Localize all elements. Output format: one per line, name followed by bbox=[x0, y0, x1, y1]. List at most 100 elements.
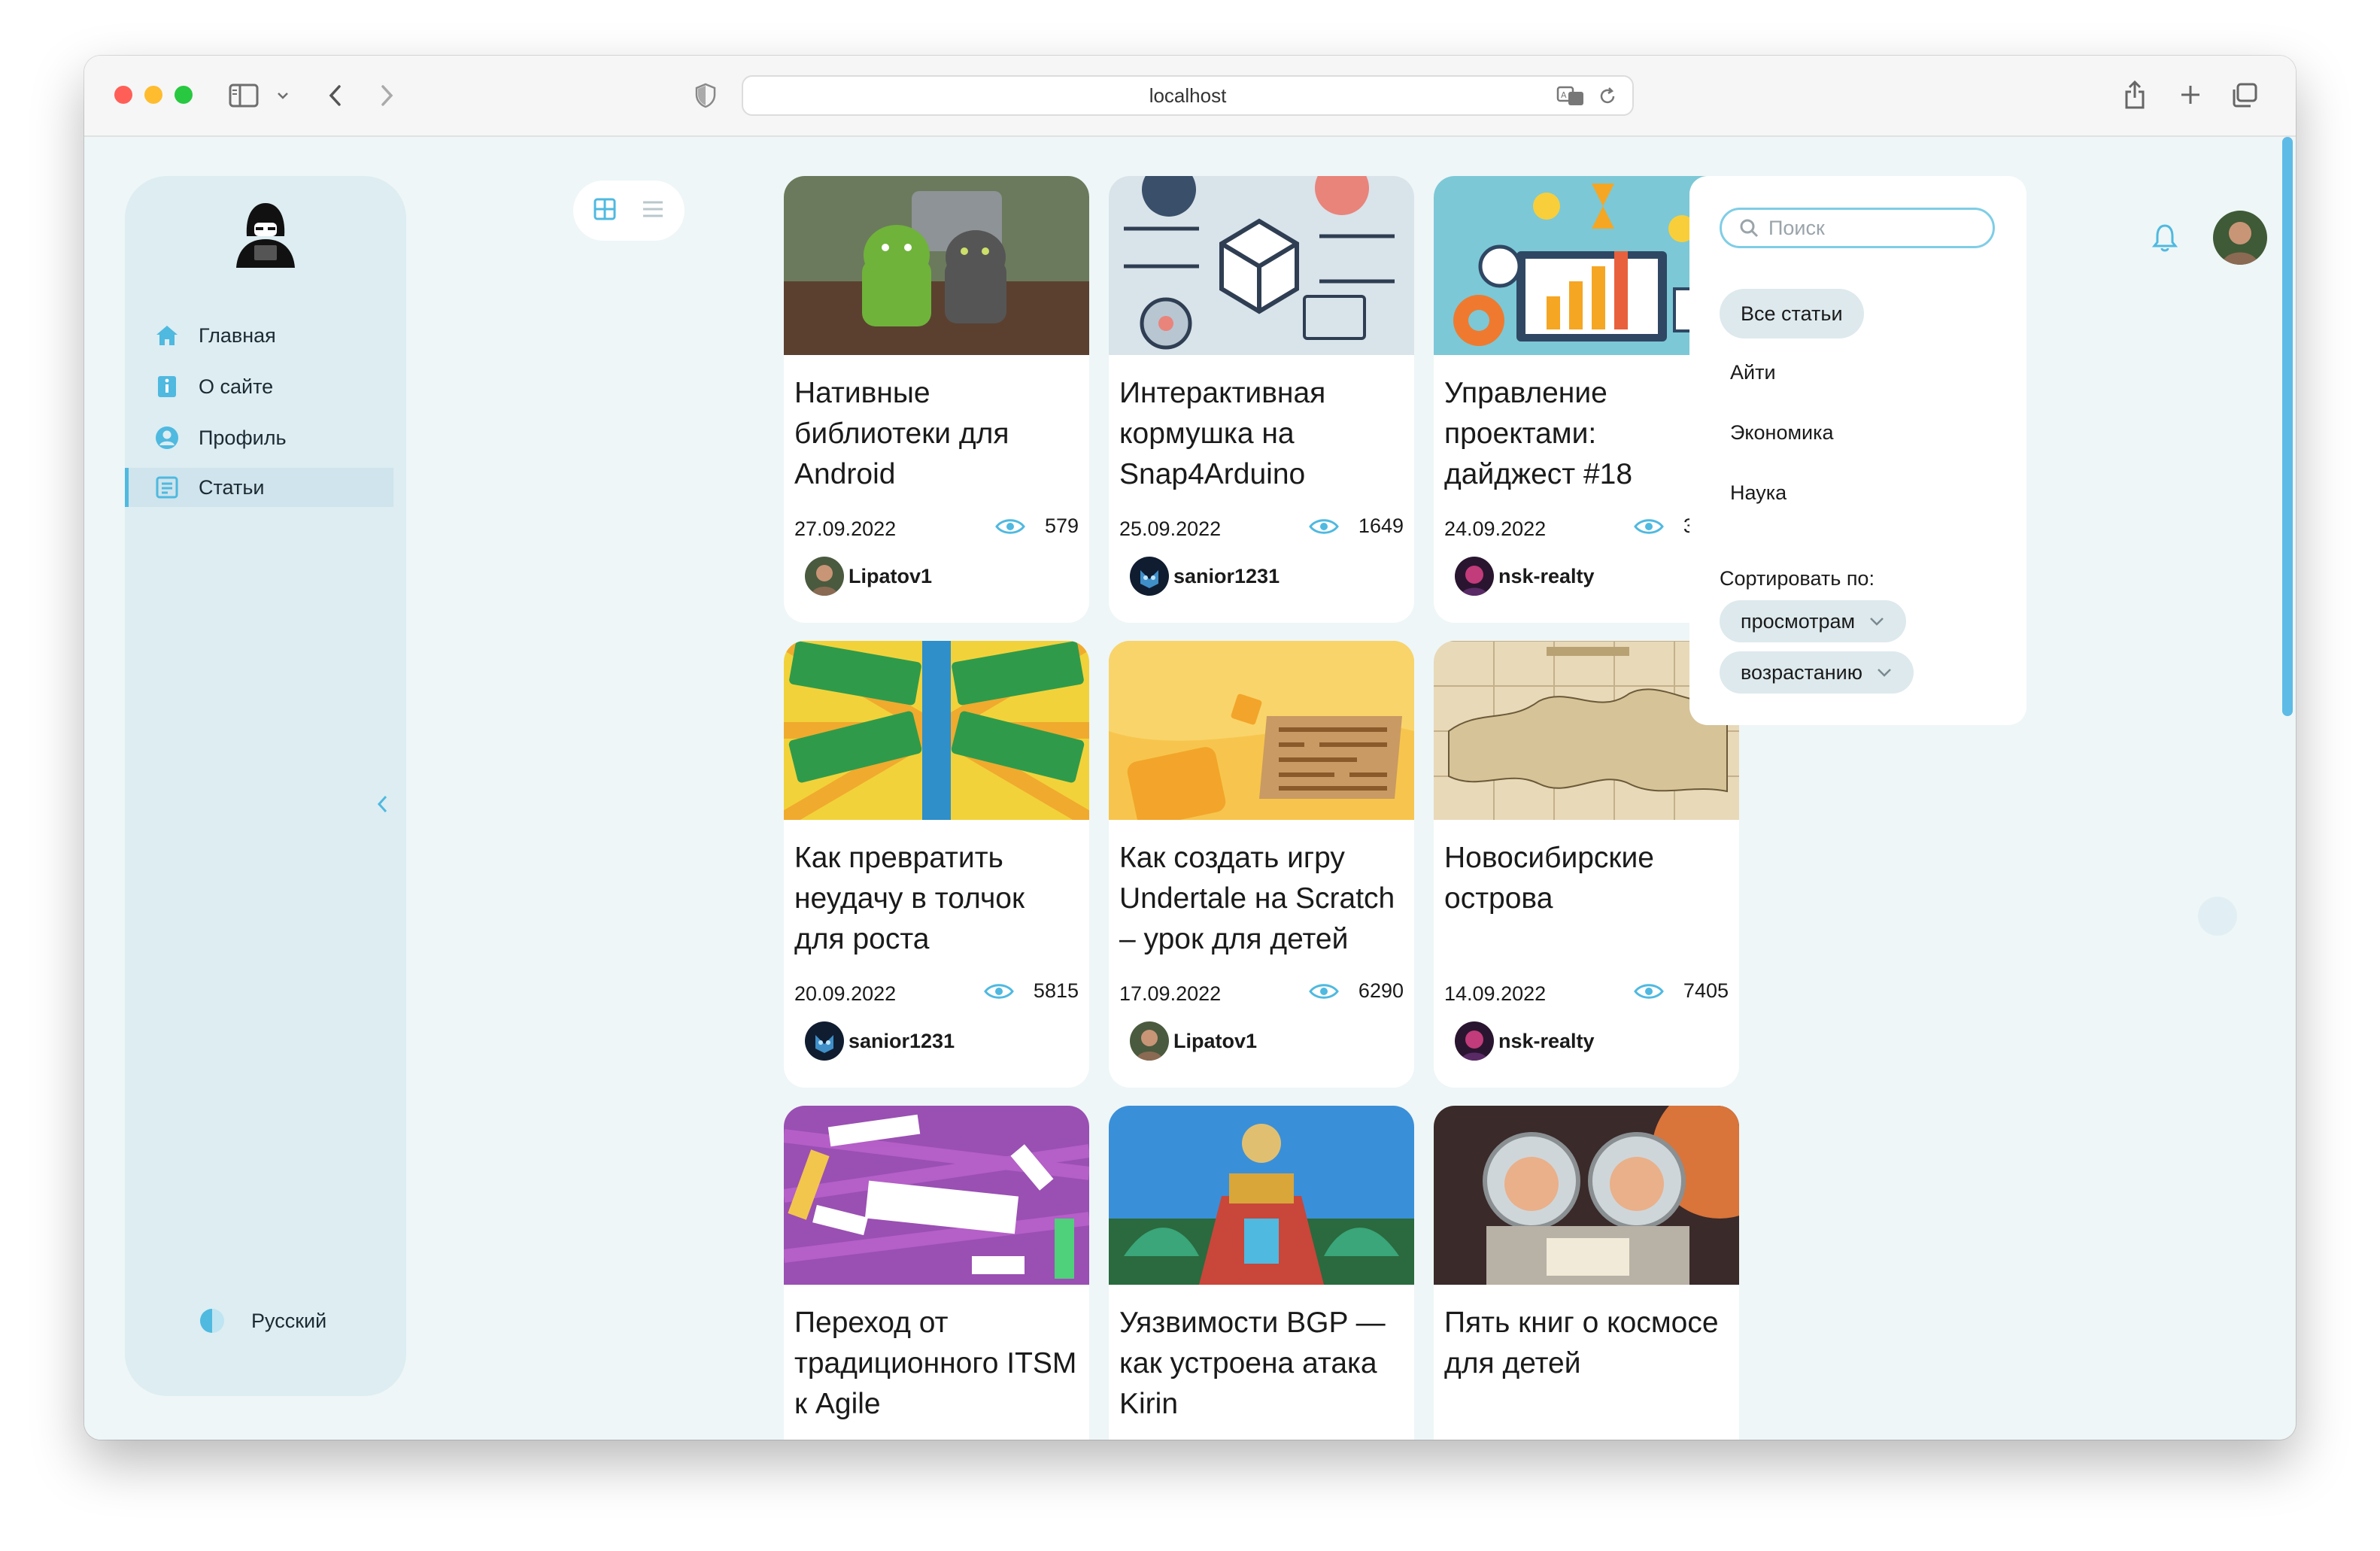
article-card[interactable]: Как создать игру Undertale на Scratch – … bbox=[1109, 641, 1414, 1088]
article-title: Новосибирские острова bbox=[1444, 842, 1654, 915]
category-science[interactable]: Наука bbox=[1720, 468, 1808, 518]
article-author[interactable]: sanior1231 bbox=[805, 1021, 955, 1061]
list-view-icon[interactable] bbox=[642, 199, 664, 223]
tab-overview-icon[interactable] bbox=[2230, 81, 2260, 110]
article-card[interactable]: Пять книг о космосе для детей bbox=[1434, 1106, 1739, 1440]
category-all[interactable]: Все статьи bbox=[1720, 289, 1864, 338]
article-image bbox=[1109, 1106, 1414, 1285]
article-author[interactable]: nsk-realty bbox=[1455, 1021, 1595, 1061]
article-image bbox=[784, 1106, 1089, 1285]
eye-icon bbox=[1634, 983, 1664, 999]
sidebar-item-label: О сайте bbox=[199, 375, 274, 398]
sidebar-toggle-icon[interactable] bbox=[227, 81, 260, 110]
user-avatar[interactable] bbox=[2213, 211, 2267, 265]
article-title: Пять книг о космосе для детей bbox=[1444, 1307, 1719, 1380]
eye-icon bbox=[1634, 518, 1664, 534]
article-author[interactable]: nsk-realty bbox=[1455, 557, 1595, 596]
grid-view-icon[interactable] bbox=[593, 198, 616, 224]
search-icon bbox=[1740, 219, 1759, 238]
views-count: 7405 bbox=[1683, 979, 1729, 1002]
language-switcher[interactable]: Русский bbox=[199, 1307, 326, 1334]
chevron-down-icon[interactable] bbox=[275, 86, 290, 105]
share-icon[interactable] bbox=[2121, 78, 2148, 111]
browser-window: localhost A Главная О сайте Профиль Стат… bbox=[84, 56, 2296, 1440]
sidebar-item-home[interactable]: Главная bbox=[125, 316, 390, 355]
article-views: 5815 bbox=[984, 979, 1079, 1003]
views-count: 579 bbox=[1044, 514, 1079, 537]
article-title: Интерактивная кормушка на Snap4Arduino bbox=[1119, 377, 1326, 490]
article-views: 7405 bbox=[1634, 979, 1729, 1003]
profile-icon bbox=[153, 424, 181, 451]
article-card[interactable]: Как превратить неудачу в толчок для рост… bbox=[784, 641, 1089, 1088]
article-title: Как создать игру Undertale на Scratch – … bbox=[1119, 842, 1395, 955]
language-label: Русский bbox=[251, 1309, 327, 1332]
article-date: 17.09.2022 bbox=[1119, 982, 1222, 1005]
article-title: Управление проектами: дайджест #18 bbox=[1444, 377, 1633, 490]
close-window-button[interactable] bbox=[114, 86, 132, 104]
eye-icon bbox=[984, 983, 1014, 999]
filters-panel: Поиск Все статьи Айти Экономика Наука Со… bbox=[1689, 176, 2026, 725]
collapse-sidebar-chevron-icon[interactable] bbox=[376, 794, 388, 820]
translate-icon[interactable]: A bbox=[1556, 84, 1586, 108]
article-image bbox=[1109, 641, 1414, 820]
scroll-to-top-button[interactable] bbox=[2198, 897, 2237, 936]
article-image bbox=[784, 641, 1089, 820]
article-views: 6290 bbox=[1309, 979, 1404, 1003]
forward-icon[interactable] bbox=[376, 81, 399, 110]
sort-field-select[interactable]: просмотрам bbox=[1720, 600, 1907, 642]
category-label: Наука bbox=[1730, 481, 1787, 504]
privacy-shield-icon[interactable] bbox=[692, 81, 719, 110]
search-input[interactable]: Поиск bbox=[1720, 208, 1995, 248]
author-name: sanior1231 bbox=[1173, 564, 1280, 587]
back-icon[interactable] bbox=[323, 81, 346, 110]
reload-icon[interactable] bbox=[1596, 84, 1619, 108]
sidebar-item-label: Статьи bbox=[199, 475, 265, 499]
category-it[interactable]: Айти bbox=[1720, 348, 1797, 397]
eye-icon bbox=[995, 518, 1025, 534]
sidebar-item-about[interactable]: О сайте bbox=[125, 367, 390, 406]
hacker-logo-icon[interactable] bbox=[232, 199, 299, 271]
avatar bbox=[1455, 1021, 1494, 1061]
avatar bbox=[1130, 1021, 1169, 1061]
chevron-down-icon bbox=[1870, 618, 1884, 626]
svg-text:A: A bbox=[1561, 90, 1567, 100]
category-label: Все статьи bbox=[1741, 302, 1843, 325]
category-label: Экономика bbox=[1730, 420, 1834, 444]
sidebar-item-articles[interactable]: Статьи bbox=[125, 468, 393, 507]
article-card[interactable]: Уязвимости BGP — как устроена атака Kiri… bbox=[1109, 1106, 1414, 1440]
category-label: Айти bbox=[1730, 360, 1776, 384]
article-date: 25.09.2022 bbox=[1119, 518, 1222, 540]
zoom-window-button[interactable] bbox=[175, 86, 193, 104]
article-title: Уязвимости BGP — как устроена атака Kiri… bbox=[1119, 1307, 1386, 1420]
browser-toolbar: localhost A bbox=[84, 56, 2296, 137]
article-card[interactable]: Интерактивная кормушка на Snap4Arduino 2… bbox=[1109, 176, 1414, 623]
theme-toggle-icon[interactable] bbox=[199, 1307, 226, 1334]
article-card[interactable]: Нативные библиотеки для Android 27.09.20… bbox=[784, 176, 1089, 623]
article-date: 20.09.2022 bbox=[794, 982, 897, 1005]
article-date: 14.09.2022 bbox=[1444, 982, 1547, 1005]
sidebar: Главная О сайте Профиль Статьи Русский bbox=[125, 176, 406, 1396]
sidebar-item-profile[interactable]: Профиль bbox=[125, 418, 390, 457]
views-count: 1649 bbox=[1358, 514, 1404, 537]
author-name: sanior1231 bbox=[848, 1029, 955, 1052]
notifications-bell-icon[interactable] bbox=[2151, 223, 2178, 253]
article-image bbox=[1434, 1106, 1739, 1285]
author-name: nsk-realty bbox=[1498, 564, 1595, 587]
search-placeholder: Поиск bbox=[1768, 216, 1825, 239]
page-scrollbar[interactable] bbox=[2282, 137, 2293, 716]
article-author[interactable]: Lipatov1 bbox=[1130, 1021, 1257, 1061]
article-author[interactable]: Lipatov1 bbox=[805, 557, 932, 596]
category-economy[interactable]: Экономика bbox=[1720, 408, 1855, 457]
view-switch bbox=[573, 181, 685, 241]
article-author[interactable]: sanior1231 bbox=[1130, 557, 1280, 596]
address-bar[interactable]: localhost bbox=[742, 75, 1634, 116]
sort-order-select[interactable]: возрастанию bbox=[1720, 651, 1914, 694]
minimize-window-button[interactable] bbox=[144, 86, 162, 104]
sidebar-item-label: Профиль bbox=[199, 426, 287, 449]
avatar bbox=[1455, 557, 1494, 596]
article-card[interactable]: Переход от традиционного ITSM к Agile bbox=[784, 1106, 1089, 1440]
sort-order-value: возрастанию bbox=[1741, 660, 1862, 684]
new-tab-icon[interactable] bbox=[2177, 81, 2204, 108]
eye-icon bbox=[1309, 518, 1339, 534]
avatar bbox=[805, 557, 844, 596]
